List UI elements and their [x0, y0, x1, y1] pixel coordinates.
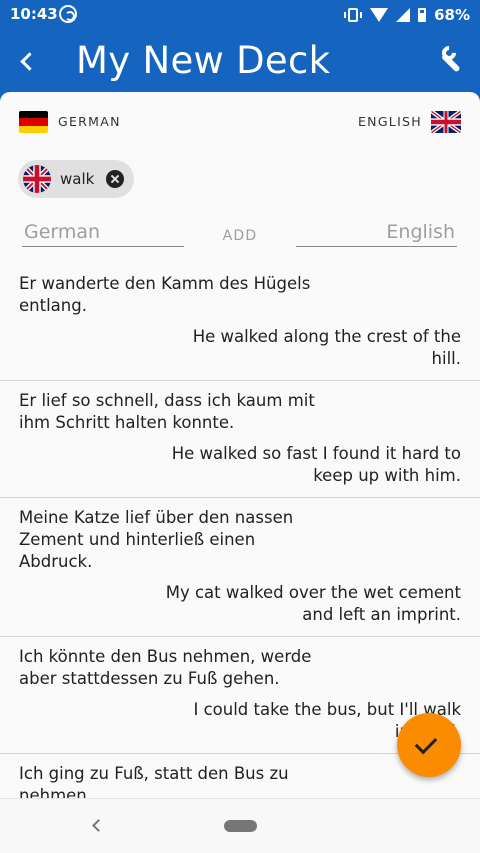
status-time: 10:43 [10, 5, 58, 23]
back-button[interactable] [14, 46, 44, 76]
battery-level: 68% [434, 6, 470, 24]
uk-flag-icon [431, 111, 461, 133]
german-flag-icon [19, 111, 48, 133]
filter-chip-label: walk [60, 170, 95, 188]
german-sentence: Er lief so schnell, dass ich kaum mit ih… [19, 391, 315, 432]
settings-wrench-button[interactable] [426, 43, 461, 76]
nav-back-icon[interactable] [90, 819, 104, 833]
target-language-label: ENGLISH [357, 114, 422, 129]
english-sentence: My cat walked over the wet cement and le… [165, 583, 461, 624]
battery-icon [418, 8, 427, 22]
status-bar: 10:43 68% [0, 0, 480, 30]
close-icon[interactable] [106, 170, 124, 188]
add-button[interactable]: ADD [210, 225, 270, 247]
uk-flag-icon [23, 165, 51, 193]
list-item[interactable]: Meine Katze lief über den nassen Zement … [0, 498, 480, 637]
app-bar: My New Deck [0, 30, 480, 92]
german-sentence: Ich ging zu Fuß, statt den Bus zu nehmen… [19, 764, 289, 798]
card-list: Er wanderte den Kamm des Hügels entlang.… [0, 264, 480, 798]
status-icons: 68% [344, 5, 470, 25]
german-sentence: Ich könnte den Bus nehmen, werde aber st… [19, 647, 312, 688]
filter-chip[interactable]: walk [18, 160, 134, 198]
system-nav-bar [0, 798, 480, 853]
deck-sheet: GERMAN ENGLISH walk ADD [0, 92, 480, 798]
wifi-icon [370, 8, 389, 22]
german-sentence: Meine Katze lief über den nassen Zement … [19, 508, 294, 571]
list-item[interactable]: Er lief so schnell, dass ich kaum mit ih… [0, 381, 480, 498]
nav-home-pill[interactable] [224, 820, 257, 832]
source-language-label: GERMAN [58, 114, 121, 129]
english-input[interactable] [296, 217, 457, 247]
confirm-fab-button[interactable] [397, 713, 461, 777]
check-icon [414, 731, 438, 755]
list-item[interactable]: Er wanderte den Kamm des Hügels entlang.… [0, 264, 480, 381]
german-input[interactable] [22, 217, 184, 247]
app-notification-icon [59, 5, 77, 23]
german-sentence: Er wanderte den Kamm des Hügels entlang. [19, 274, 311, 315]
english-sentence: He walked along the crest of the hill. [192, 327, 461, 368]
signal-icon [396, 8, 411, 22]
vibrate-icon [344, 8, 363, 22]
english-sentence: He walked so fast I found it hard to kee… [171, 444, 461, 485]
language-row: GERMAN ENGLISH [0, 92, 480, 152]
page-title: My New Deck [76, 39, 331, 82]
